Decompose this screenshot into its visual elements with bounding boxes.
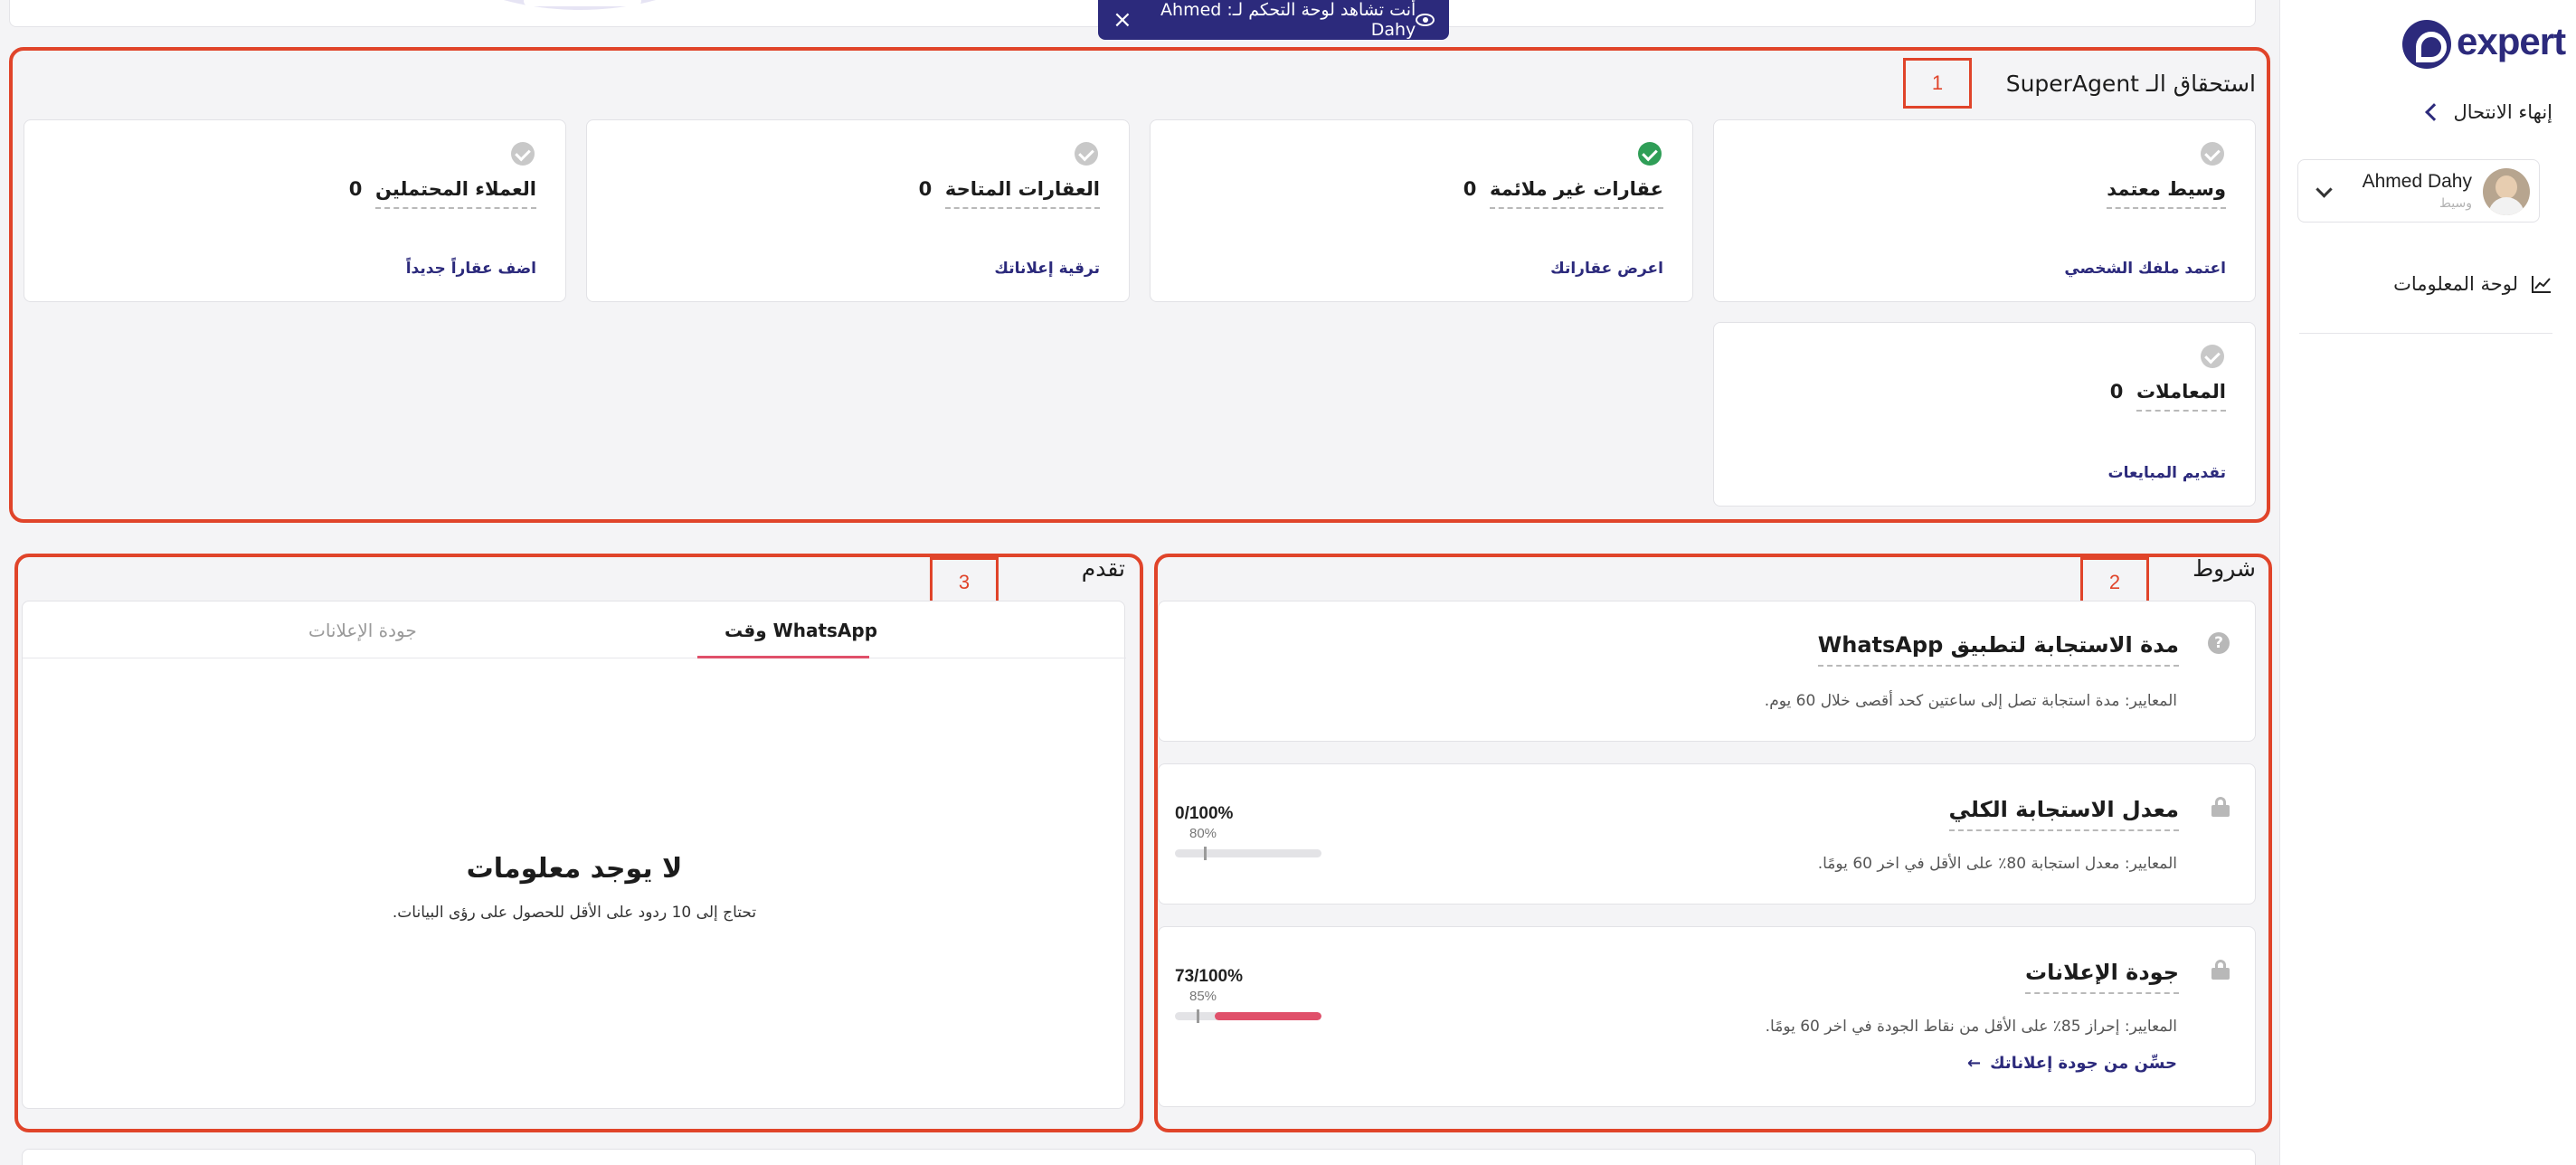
threshold-marker	[1197, 1009, 1200, 1023]
threshold-marker	[1204, 847, 1208, 860]
user-menu[interactable]: Ahmed Dahy وسيط	[2297, 159, 2540, 223]
card-label: العقارات المتاحة 0	[919, 178, 1100, 209]
status-check-icon	[1075, 142, 1098, 166]
avatar	[2483, 168, 2530, 215]
illustration-detail	[524, 0, 641, 6]
eye-icon	[1416, 14, 1435, 26]
lock-icon	[2211, 960, 2230, 980]
end-session-link[interactable]: إنهاء الانتحال	[2425, 101, 2552, 123]
active-tab-indicator	[697, 656, 869, 658]
certify-profile-link[interactable]: اعتمد ملفك الشخصي	[2064, 260, 2226, 278]
condition-desc: المعايير: إحراز 85٪ على الأقل من نقاط ال…	[1765, 1018, 2177, 1036]
eligibility-card-unsuitable: عقارات غير ملائمة 0 اعرض عقاراتك	[1150, 119, 1693, 302]
divider	[2299, 333, 2552, 334]
card-label: المعاملات 0	[2110, 381, 2226, 412]
condition-overall-response: معدل الاستجابة الكلي المعايير: معدل استج…	[1158, 763, 2256, 905]
annotation-tag-1: 1	[1903, 58, 1972, 109]
help-icon[interactable]: ?	[2208, 632, 2230, 654]
condition-desc: المعايير: معدل استجابة 80٪ على الأقل في …	[1817, 855, 2177, 873]
tab-whatsapp-time[interactable]: وقت WhatsApp	[724, 620, 877, 641]
eligibility-card-available: العقارات المتاحة 0 ترقية إعلاناتك	[586, 119, 1130, 302]
chart-line-icon	[2532, 276, 2551, 293]
user-role: وسيط	[2439, 196, 2472, 211]
condition-title: مدة الاستجابة لتطبيق WhatsApp	[1817, 632, 2179, 667]
logo-icon	[2402, 20, 2451, 69]
chevron-left-icon	[2425, 103, 2444, 121]
condition-listing-quality: جودة الإعلانات المعايير: إحراز 85٪ على ا…	[1158, 926, 2256, 1107]
submit-transactions-link[interactable]: تقديم المبايعات	[2108, 464, 2226, 482]
improve-quality-link[interactable]: حسِّن من جودة إعلاناتك ←	[1967, 1054, 2177, 1073]
condition-whatsapp-response: ? مدة الاستجابة لتطبيق WhatsApp المعايير…	[1158, 601, 2256, 742]
sidebar-item-dashboard[interactable]: لوحة المعلومات	[2393, 273, 2552, 295]
progress-bar	[1175, 849, 1321, 857]
lock-icon	[2211, 797, 2230, 817]
eligibility-card-certified: وسيط معتمد اعتمد ملفك الشخصي	[1713, 119, 2256, 302]
card-label: وسيط معتمد	[2107, 178, 2226, 209]
end-session-label: إنهاء الانتحال	[2453, 101, 2552, 123]
progress-threshold: 80%	[1189, 826, 1217, 841]
bottom-card	[22, 1149, 2256, 1165]
progress-title: تقدم	[1081, 555, 1125, 582]
eligibility-card-transactions: المعاملات 0 تقديم المبايعات	[1713, 322, 2256, 507]
logo: expert	[2457, 20, 2566, 62]
user-name: Ahmed Dahy	[2362, 171, 2472, 192]
empty-state-title: لا يوجد معلومات	[466, 853, 683, 885]
eligibility-card-leads: العملاء المحتملين 0 اضف عقاراً جديداً	[24, 119, 566, 302]
sidebar-item-label: لوحة المعلومات	[2393, 273, 2518, 295]
close-icon[interactable]: ×	[1113, 8, 1132, 32]
tab-listing-quality[interactable]: جودة الإعلانات	[308, 620, 417, 641]
progress-bar-fill	[1214, 1012, 1321, 1020]
card-label: عقارات غير ملائمة 0	[1463, 178, 1663, 209]
progress-threshold: 85%	[1189, 989, 1217, 1004]
arrow-left-icon: ←	[1966, 1054, 1982, 1073]
condition-title: معدل الاستجابة الكلي	[1948, 797, 2179, 831]
status-check-icon	[2201, 345, 2224, 368]
progress-ratio: 73/100%	[1175, 967, 1244, 986]
condition-desc: المعايير: مدة استجابة تصل إلى ساعتين كحد…	[1764, 692, 2177, 710]
impersonation-banner: أنت تشاهد لوحة التحكم لـ: Ahmed Dahy ×	[1098, 0, 1449, 40]
add-property-link[interactable]: اضف عقاراً جديداً	[406, 260, 536, 278]
impersonation-text: أنت تشاهد لوحة التحكم لـ: Ahmed Dahy	[1160, 0, 1416, 40]
eligibility-title: استحقاق الـ SuperAgent	[2005, 71, 2256, 97]
progress-panel: وقت WhatsApp جودة الإعلانات لا يوجد معلو…	[22, 601, 1126, 1109]
status-check-icon	[1638, 142, 1662, 166]
condition-title: جودة الإعلانات	[2024, 960, 2179, 994]
view-properties-link[interactable]: اعرض عقاراتك	[1550, 260, 1663, 278]
upgrade-listings-link[interactable]: ترقية إعلاناتك	[994, 260, 1100, 278]
progress-ratio: 0/100%	[1175, 804, 1234, 823]
conditions-title: شروط	[2192, 555, 2256, 582]
status-check-icon	[511, 142, 535, 166]
empty-state-subtitle: تحتاج إلى 10 ردود على الأقل للحصول على ر…	[392, 904, 757, 922]
card-label: العملاء المحتملين 0	[349, 178, 536, 209]
chevron-down-icon	[2316, 181, 2333, 198]
status-check-icon	[2201, 142, 2224, 166]
